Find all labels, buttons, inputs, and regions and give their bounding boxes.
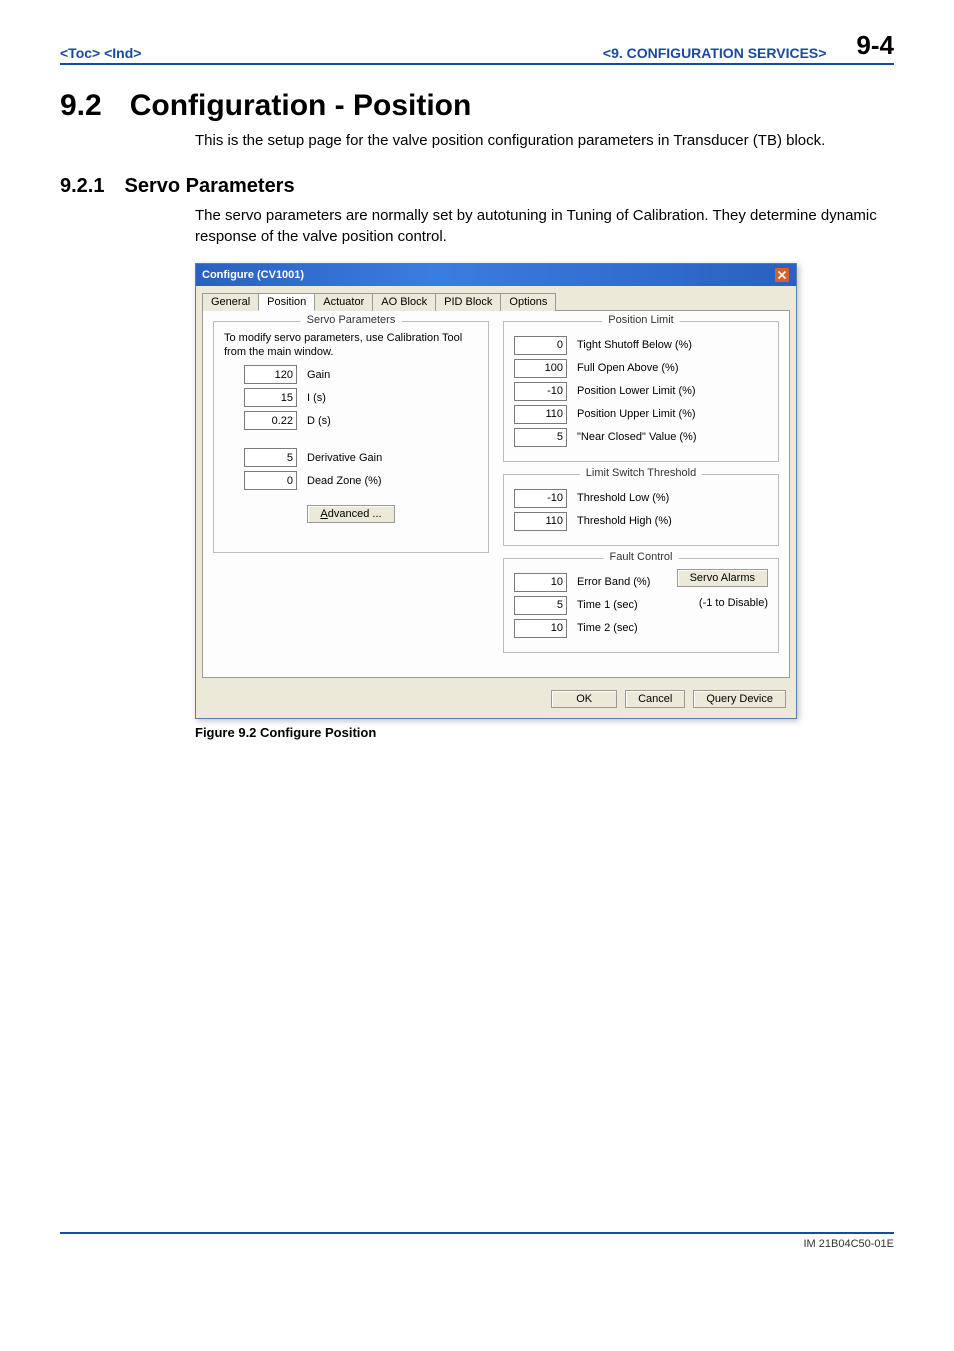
page-header: <Toc> <Ind> <9. CONFIGURATION SERVICES> …	[60, 30, 894, 65]
close-icon	[775, 268, 789, 282]
dialog-title: Configure (CV1001)	[202, 269, 304, 281]
threshold-high-label: Threshold High (%)	[577, 515, 672, 527]
chapter-title: <9. CONFIGURATION SERVICES>	[141, 45, 856, 61]
fault-control-legend: Fault Control	[604, 551, 679, 563]
gain-input[interactable]	[244, 365, 297, 384]
threshold-low-row: Threshold Low (%)	[514, 489, 768, 508]
near-closed-input[interactable]	[514, 428, 567, 447]
advanced-button[interactable]: Advanced ...	[307, 505, 394, 523]
subsection-heading: 9.2.1 Servo Parameters	[60, 175, 894, 198]
dialog-titlebar: Configure (CV1001)	[196, 264, 796, 286]
time2-input[interactable]	[514, 619, 567, 638]
tab-options[interactable]: Options	[500, 293, 556, 311]
fault-control-group: Fault Control Error Band (%) Time 1 (sec…	[503, 558, 779, 653]
integral-input[interactable]	[244, 388, 297, 407]
full-open-label: Full Open Above (%)	[577, 362, 679, 374]
deriv-gain-row: Derivative Gain	[244, 448, 478, 467]
threshold-high-row: Threshold High (%)	[514, 512, 768, 531]
full-open-input[interactable]	[514, 359, 567, 378]
pos-upper-input[interactable]	[514, 405, 567, 424]
tab-ao-block[interactable]: AO Block	[372, 293, 436, 311]
deriv-gain-label: Derivative Gain	[307, 452, 382, 464]
subsection-title-text: Servo Parameters	[124, 175, 294, 197]
error-band-input[interactable]	[514, 573, 567, 592]
toc-link[interactable]: <Toc>	[60, 45, 100, 61]
threshold-low-input[interactable]	[514, 489, 567, 508]
servo-legend: Servo Parameters	[301, 314, 402, 326]
error-band-row: Error Band (%)	[514, 573, 667, 592]
pos-lower-label: Position Lower Limit (%)	[577, 385, 696, 397]
tab-actuator[interactable]: Actuator	[314, 293, 373, 311]
deadzone-label: Dead Zone (%)	[307, 475, 382, 487]
deriv-gain-input[interactable]	[244, 448, 297, 467]
integral-row: I (s)	[244, 388, 478, 407]
configure-dialog: Configure (CV1001) General Position Actu…	[195, 263, 797, 719]
time2-label: Time 2 (sec)	[577, 622, 638, 634]
limit-switch-group: Limit Switch Threshold Threshold Low (%)…	[503, 474, 779, 546]
time2-row: Time 2 (sec)	[514, 619, 667, 638]
servo-note: To modify servo parameters, use Calibrat…	[224, 332, 478, 360]
tab-position[interactable]: Position	[258, 293, 315, 311]
pos-upper-label: Position Upper Limit (%)	[577, 408, 696, 420]
tight-shutoff-label: Tight Shutoff Below (%)	[577, 339, 692, 351]
cancel-button[interactable]: Cancel	[625, 690, 685, 708]
tab-pid-block[interactable]: PID Block	[435, 293, 501, 311]
tight-shutoff-input[interactable]	[514, 336, 567, 355]
dialog-button-row: OK Cancel Query Device	[196, 684, 796, 718]
subsection-intro: The servo parameters are normally set by…	[195, 206, 894, 247]
limit-switch-legend: Limit Switch Threshold	[580, 467, 702, 479]
deadzone-input[interactable]	[244, 471, 297, 490]
tight-shutoff-row: Tight Shutoff Below (%)	[514, 336, 768, 355]
derivative-row: D (s)	[244, 411, 478, 430]
gain-row: Gain	[244, 365, 478, 384]
page-footer: IM 21B04C50-01E	[60, 1232, 894, 1250]
disable-note: (-1 to Disable)	[699, 597, 768, 609]
tab-general[interactable]: General	[202, 293, 259, 311]
pos-upper-row: Position Upper Limit (%)	[514, 405, 768, 424]
derivative-input[interactable]	[244, 411, 297, 430]
time1-row: Time 1 (sec)	[514, 596, 667, 615]
pos-lower-input[interactable]	[514, 382, 567, 401]
page-number: 9-4	[856, 30, 894, 61]
subsection-number: 9.2.1	[60, 175, 104, 197]
integral-label: I (s)	[307, 392, 326, 404]
near-closed-row: "Near Closed" Value (%)	[514, 428, 768, 447]
figure-caption: Figure 9.2 Configure Position	[195, 725, 894, 740]
section-title-text: Configuration - Position	[130, 89, 472, 122]
position-limit-group: Position Limit Tight Shutoff Below (%) F…	[503, 321, 779, 462]
ok-button[interactable]: OK	[551, 690, 617, 708]
dialog-tabs: General Position Actuator AO Block PID B…	[196, 286, 796, 310]
derivative-label: D (s)	[307, 415, 331, 427]
advanced-label: dvanced ...	[328, 508, 382, 520]
error-band-label: Error Band (%)	[577, 576, 650, 588]
threshold-high-input[interactable]	[514, 512, 567, 531]
position-limit-legend: Position Limit	[602, 314, 679, 326]
pos-lower-row: Position Lower Limit (%)	[514, 382, 768, 401]
query-device-button[interactable]: Query Device	[693, 690, 786, 708]
near-closed-label: "Near Closed" Value (%)	[577, 431, 697, 443]
time1-input[interactable]	[514, 596, 567, 615]
close-button[interactable]	[774, 268, 790, 282]
section-intro: This is the setup page for the valve pos…	[195, 131, 894, 151]
servo-alarms-button[interactable]: Servo Alarms	[677, 569, 768, 587]
section-heading: 9.2 Configuration - Position	[60, 89, 894, 123]
ind-link[interactable]: <Ind>	[104, 45, 141, 61]
doc-id: IM 21B04C50-01E	[804, 1238, 895, 1250]
time1-label: Time 1 (sec)	[577, 599, 638, 611]
threshold-low-label: Threshold Low (%)	[577, 492, 669, 504]
full-open-row: Full Open Above (%)	[514, 359, 768, 378]
section-number: 9.2	[60, 89, 102, 122]
servo-parameters-group: Servo Parameters To modify servo paramet…	[213, 321, 489, 553]
gain-label: Gain	[307, 369, 330, 381]
deadzone-row: Dead Zone (%)	[244, 471, 478, 490]
